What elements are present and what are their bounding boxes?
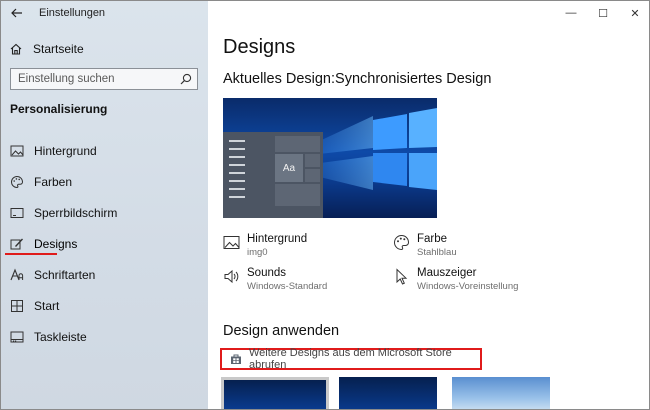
nav-list: Hintergrund Farben Sperrbildschirm Desig…: [1, 135, 208, 352]
start-icon: [11, 299, 23, 312]
home-icon: [10, 43, 22, 55]
lockscreen-icon: [10, 207, 24, 218]
preview-tile: [305, 154, 320, 167]
palette-icon: [394, 234, 410, 251]
property-label: Mauszeiger: [417, 267, 477, 279]
property-hintergrund[interactable]: Hintergrund img0: [223, 233, 307, 258]
current-design-value: Synchronisiertes Design: [335, 71, 492, 87]
sidebar-item-sperrbildschirm[interactable]: Sperrbildschirm: [1, 197, 208, 228]
sidebar-item-hintergrund[interactable]: Hintergrund: [1, 135, 208, 166]
close-button[interactable]: ✕: [619, 1, 649, 25]
preview-tile: [275, 136, 320, 152]
design-thumbnail[interactable]: [452, 377, 550, 409]
property-sounds[interactable]: Sounds Windows-Standard: [223, 267, 327, 292]
design-thumbnail-selected[interactable]: [221, 377, 329, 409]
preview-tile-aa: Aa: [275, 154, 303, 182]
font-icon: [10, 268, 24, 280]
minimize-icon: —: [565, 7, 577, 19]
store-bag-icon: [231, 354, 241, 364]
active-item-underline: [5, 253, 57, 255]
sidebar-item-label: Farben: [34, 174, 73, 189]
taskbar-icon: [10, 331, 24, 342]
home-link[interactable]: Startseite: [9, 39, 84, 59]
maximize-button[interactable]: ☐: [587, 1, 619, 25]
back-arrow-icon: [11, 8, 22, 18]
property-value: Stahlblau: [417, 247, 457, 258]
store-link[interactable]: Weitere Designs aus dem Microsoft Store …: [220, 347, 482, 371]
main-content: — ☐ ✕ Designs Aktuelles Design:Synchroni…: [208, 1, 649, 409]
search-icon[interactable]: [175, 69, 197, 89]
minimize-button[interactable]: —: [555, 1, 587, 25]
sidebar-item-label: Hintergrund: [34, 143, 97, 158]
window-controls: — ☐ ✕: [555, 1, 649, 25]
preview-tile: [305, 169, 320, 182]
image-icon: [10, 145, 24, 156]
sidebar-item-farben[interactable]: Farben: [1, 166, 208, 197]
back-button[interactable]: [1, 1, 33, 25]
sidebar: Einstellungen Startseite Einstellung suc…: [1, 1, 208, 409]
sidebar-item-label: Taskleiste: [34, 329, 87, 344]
section-title: Personalisierung: [10, 102, 108, 116]
home-label: Startseite: [33, 42, 84, 56]
image-icon: [223, 236, 240, 249]
property-label: Sounds: [247, 267, 287, 279]
maximize-icon: ☐: [598, 7, 608, 20]
brush-icon: [10, 238, 23, 249]
window-title: Einstellungen: [39, 7, 106, 19]
page-title: Designs: [223, 36, 296, 58]
sidebar-item-label: Start: [34, 298, 60, 313]
design-thumbnail[interactable]: [339, 377, 437, 409]
sidebar-item-start[interactable]: Start: [1, 290, 208, 321]
settings-window: Einstellungen Startseite Einstellung suc…: [0, 0, 650, 410]
palette-icon: [11, 175, 24, 188]
speaker-icon: [224, 269, 239, 284]
sidebar-item-label: Designs: [34, 236, 78, 251]
title-bar: Einstellungen: [1, 1, 208, 25]
property-label: Hintergrund: [247, 233, 308, 245]
property-mauszeiger[interactable]: Mauszeiger Windows-Voreinstellung: [393, 267, 518, 292]
preview-tile: [275, 184, 320, 206]
search-placeholder: Einstellung suchen: [18, 73, 115, 85]
store-link-label: Weitere Designs aus dem Microsoft Store …: [249, 347, 452, 371]
current-design-label: Aktuelles Design:: [223, 71, 336, 87]
apply-design-heading: Design anwenden: [223, 323, 340, 339]
property-value: Windows-Standard: [247, 281, 328, 292]
current-design-heading: Aktuelles Design:Synchronisiertes Design: [223, 71, 491, 87]
design-preview: Aa: [223, 98, 437, 218]
sidebar-item-schriftarten[interactable]: Schriftarten: [1, 259, 208, 290]
cursor-icon: [396, 268, 408, 285]
property-value: Windows-Voreinstellung: [417, 281, 519, 292]
property-value: img0: [247, 247, 268, 258]
sidebar-item-label: Sperrbildschirm: [34, 205, 118, 220]
close-icon: ✕: [630, 7, 640, 20]
sidebar-item-taskleiste[interactable]: Taskleiste: [1, 321, 208, 352]
sidebar-item-label: Schriftarten: [34, 267, 96, 282]
search-input[interactable]: Einstellung suchen: [10, 68, 198, 90]
property-farbe[interactable]: Farbe Stahlblau: [393, 233, 457, 258]
property-label: Farbe: [417, 233, 448, 245]
